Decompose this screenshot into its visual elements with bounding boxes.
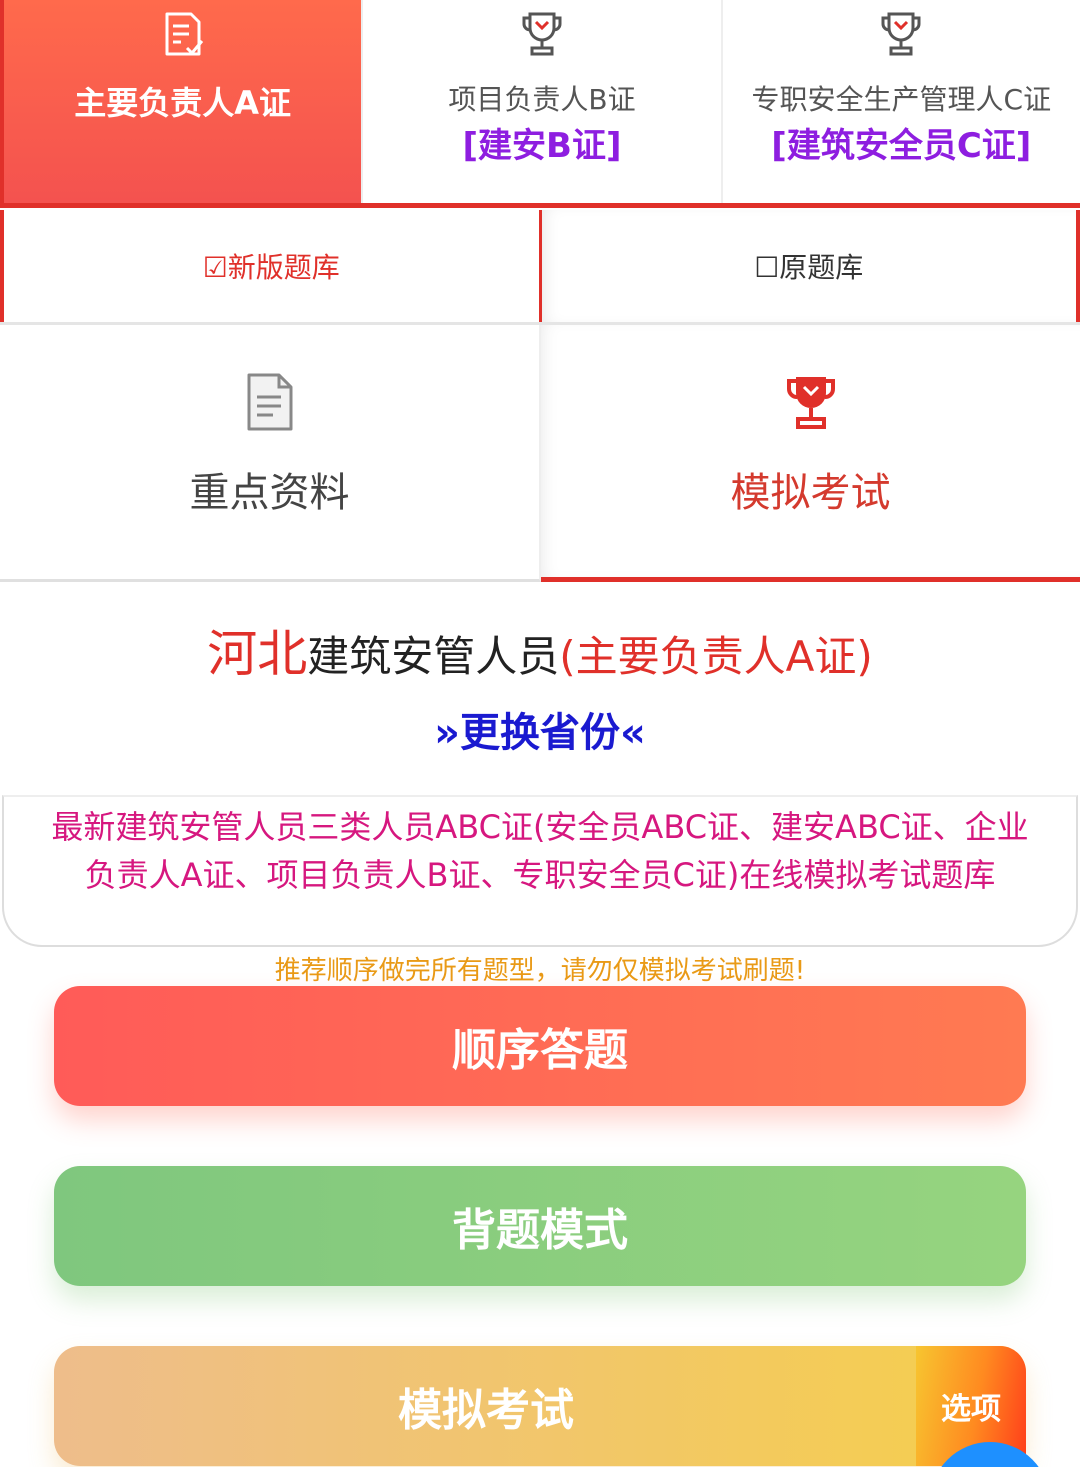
options-label: 选项 [941,1392,1001,1427]
cert-name: (主要负责人A证) [559,632,873,681]
sequential-answer-label: 顺序答题 [452,1025,628,1076]
tab-cert-b-label: 项目负责人B证 [448,83,636,116]
tab-cert-c[interactable]: 专职安全生产管理人C证 [建筑安全员C证] [720,0,1080,203]
category-name: 建筑安管人员 [307,632,560,681]
question-bank-toggle: ☑新版题库 ☐原题库 [0,210,1080,325]
trophy-icon [522,12,562,56]
document-edit-icon [165,12,203,56]
province-name: 河北 [207,625,308,683]
tip-text: 推荐顺序做完所有题型，请勿仅模拟考试刷题! [274,956,806,986]
tab-cert-b[interactable]: 项目负责人B证 [建安B证] [361,0,721,203]
trophy-icon [881,12,921,56]
description-text: 最新建筑安管人员三类人员ABC证(安全员ABC证、建安ABC证、企业负责人A证、… [51,808,1029,894]
recite-mode-label: 背题模式 [452,1205,628,1256]
old-bank-checkbox[interactable]: ☐原题库 [542,210,1080,322]
tab-cert-a-label: 主要负责人A证 [74,84,292,122]
mock-exam-label: 模拟考试 [730,470,891,516]
certificate-tabs: 主要负责人A证 项目负责人B证 [建安B证] 专职安全生产管理人C证 [建筑安全… [0,0,1080,208]
mock-exam-button[interactable]: 模拟考试 选项 [54,1346,1026,1466]
key-material-card[interactable]: 重点资料 [0,325,541,582]
tab-cert-a[interactable]: 主要负责人A证 [0,0,362,203]
sequential-answer-button[interactable]: 顺序答题 [54,986,1026,1106]
change-province-link[interactable]: »更换省份« [0,700,1080,758]
trophy-icon [786,377,835,429]
description-box: 最新建筑安管人员三类人员ABC证(安全员ABC证、建安ABC证、企业负责人A证、… [2,795,1078,947]
mock-exam-button-label: 模拟考试 [398,1385,574,1436]
mock-exam-card[interactable]: 模拟考试 [541,325,1080,582]
key-material-label: 重点资料 [189,470,350,516]
tab-cert-c-label: 专职安全生产管理人C证 [751,83,1052,116]
recite-mode-button[interactable]: 背题模式 [54,1166,1026,1286]
new-bank-checkbox[interactable]: ☑新版题库 [0,210,542,322]
tab-cert-b-sub: [建安B证] [462,126,622,166]
tab-cert-c-sub: [建筑安全员C证] [771,126,1032,166]
document-icon [247,373,292,431]
page-title: 河北建筑安管人员(主要负责人A证) [0,614,1080,686]
feature-row: 重点资料 模拟考试 [0,325,1080,582]
